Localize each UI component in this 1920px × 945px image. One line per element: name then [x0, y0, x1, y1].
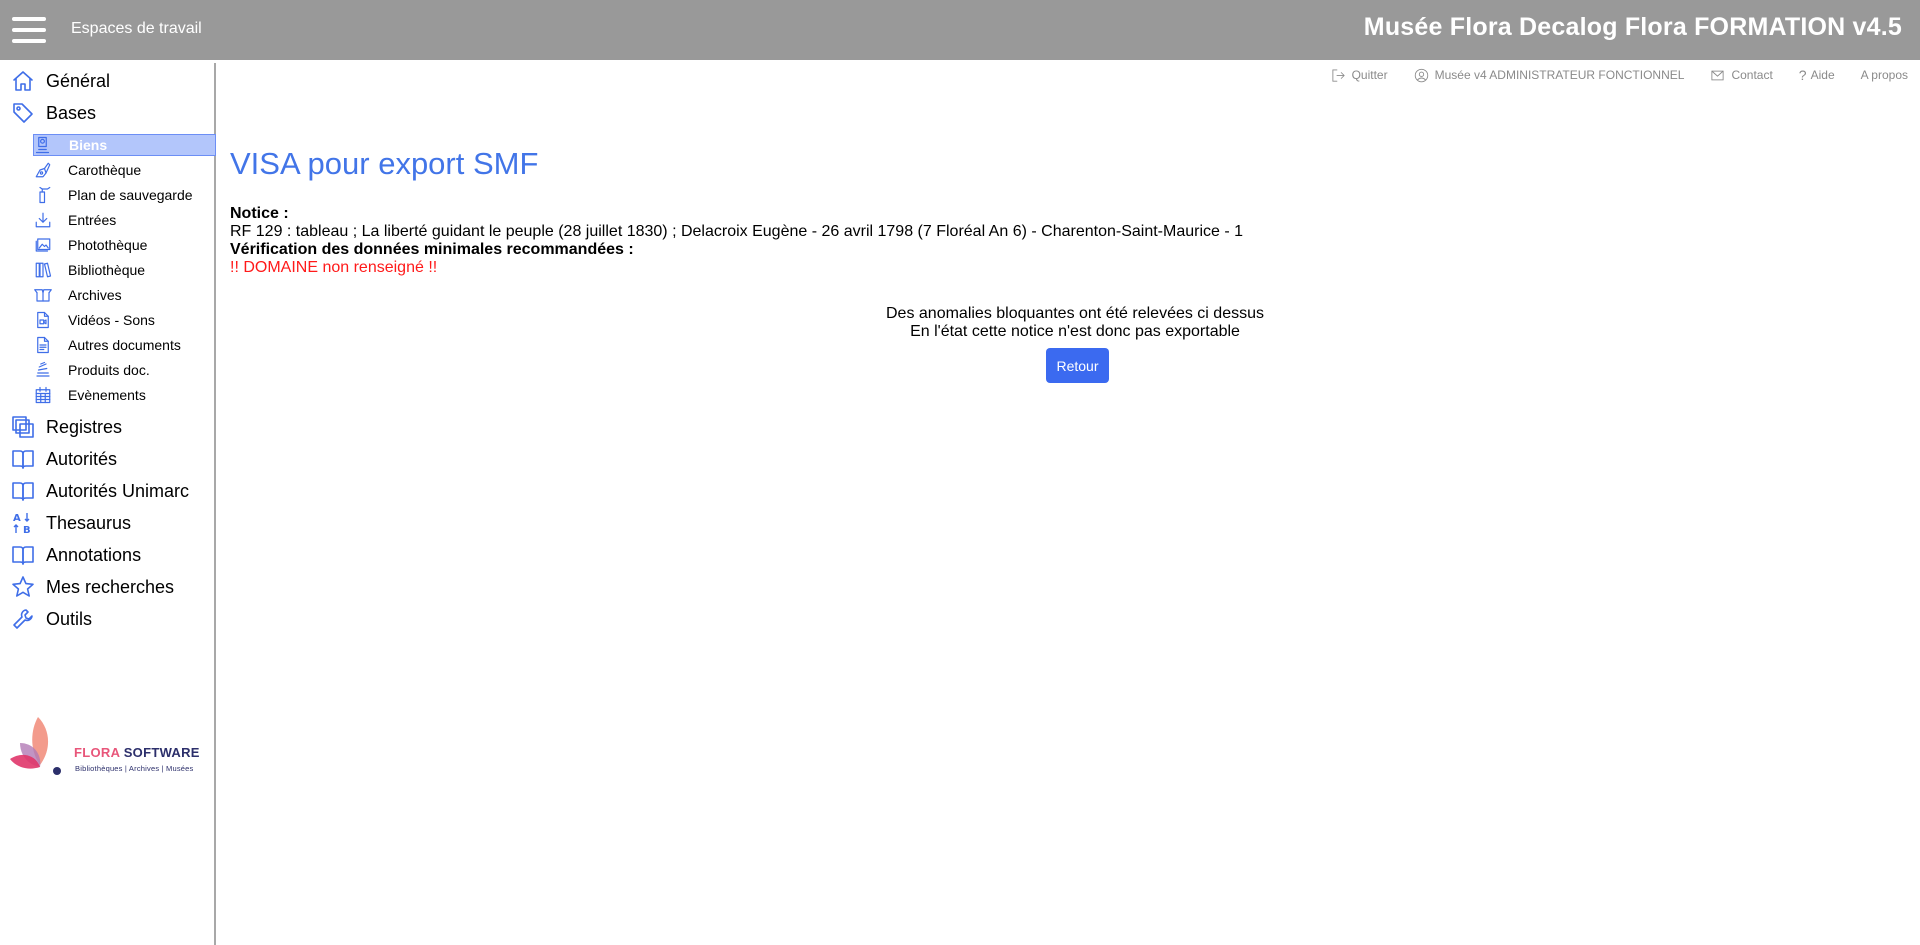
sidebar-subitem-evenements[interactable]: Evènements [33, 384, 216, 406]
sidebar-item-registres[interactable]: Registres [10, 412, 210, 442]
sidebar-item-bases[interactable]: Bases [10, 98, 210, 128]
sidebar-item-label: Bases [46, 102, 97, 123]
layers-icon [10, 414, 36, 440]
sidebar-item-label: Registres [46, 416, 123, 437]
pen-nib-icon [33, 160, 53, 180]
sidebar-item-autorites-unimarc[interactable]: Autorités Unimarc [10, 476, 210, 506]
books-icon [33, 260, 53, 280]
contact-link[interactable]: Contact [1710, 67, 1773, 83]
quit-link[interactable]: Quitter [1331, 67, 1388, 83]
sidebar-subitem-label: Biens [69, 137, 108, 153]
flora-petal-icon [10, 717, 61, 775]
flora-software-logo: FLORA SOFTWARE Bibliothèques | Archives … [10, 715, 210, 777]
sidebar-subitem-carotheque[interactable]: Carothèque [33, 159, 216, 181]
hamburger-menu-icon[interactable] [12, 17, 46, 43]
sidebar-subitem-label: Autres documents [68, 337, 181, 353]
verification-label: Vérification des données minimales recom… [230, 241, 634, 258]
sidebar-item-label: Général [46, 70, 111, 91]
sidebar-subitem-label: Evènements [68, 387, 146, 403]
book-open-icon [10, 446, 36, 472]
book-open-icon [10, 542, 36, 568]
logo-brand-text: FLORA SOFTWARE [74, 745, 200, 760]
svg-text:B: B [23, 525, 31, 535]
sidebar-subitem-label: Carothèque [68, 162, 142, 178]
svg-text:A: A [13, 513, 21, 524]
help-label: Aide [1810, 68, 1835, 82]
sidebar-item-label: Autorités [46, 448, 118, 469]
sidebar-subitem-plan[interactable]: Plan de sauvegarde [33, 184, 216, 206]
sort-alpha-icon: A B [10, 510, 36, 536]
sidebar-item-outils[interactable]: Outils [10, 604, 210, 634]
file-text-icon [33, 335, 53, 355]
wrench-icon [10, 606, 36, 632]
sidebar-subitem-biens[interactable]: Biens [33, 134, 216, 156]
sidebar-item-annotations[interactable]: Annotations [10, 540, 210, 570]
notice-block: Notice : RF 129 : tableau ; La liberté g… [230, 205, 1243, 277]
sidebar-item-autorites[interactable]: Autorités [10, 444, 210, 474]
sidebar-item-label: Outils [46, 608, 93, 629]
sidebar-item-label: Thesaurus [46, 512, 132, 533]
sidebar-subitem-phototheque[interactable]: Photothèque [33, 234, 216, 256]
user-circle-icon [1414, 68, 1428, 82]
contact-label: Contact [1731, 68, 1773, 82]
image-icon [33, 235, 53, 255]
back-button[interactable]: Retour [1046, 348, 1109, 383]
workspaces-link[interactable]: Espaces de travail [71, 20, 202, 38]
help-link[interactable]: ? Aide [1799, 67, 1835, 83]
sidebar-subitem-label: Plan de sauvegarde [68, 187, 193, 203]
sidebar-item-mes-recherches[interactable]: Mes recherches [10, 572, 210, 602]
stack-icon [33, 360, 53, 380]
about-link[interactable]: A propos [1861, 67, 1908, 83]
sidebar-item-label: Autorités Unimarc [46, 480, 190, 501]
sidebar: Général Bases Biens Carothèque Plan de s… [0, 63, 216, 945]
sidebar-subitem-label: Bibliothèque [68, 262, 146, 278]
sidebar-subitem-entrees[interactable]: Entrées [33, 209, 216, 231]
quit-label: Quitter [1351, 68, 1388, 82]
sidebar-item-thesaurus[interactable]: A B Thesaurus [10, 508, 210, 538]
blocking-message-line2: En l'état cette notice n'est donc pas ex… [910, 323, 1240, 340]
fire-extinguisher-icon [33, 185, 53, 205]
sign-out-icon [1332, 68, 1345, 82]
bust-icon [34, 135, 54, 155]
sidebar-subitem-label: Archives [68, 287, 122, 303]
sidebar-subitem-autres[interactable]: Autres documents [33, 334, 216, 356]
sidebar-subitem-videos[interactable]: Vidéos - Sons [33, 309, 216, 331]
user-link[interactable]: Musée v4 ADMINISTRATEUR FONCTIONNEL [1414, 67, 1685, 83]
sidebar-subitem-label: Photothèque [68, 237, 148, 253]
blocking-message: Des anomalies bloquantes ont été relevée… [230, 305, 1920, 341]
box-open-icon [33, 285, 53, 305]
header-links: Quitter Musée v4 ADMINISTRATEUR FONCTION… [1305, 67, 1908, 83]
sidebar-subitem-bibliotheque[interactable]: Bibliothèque [33, 259, 216, 281]
error-message: !! DOMAINE non renseigné !! [230, 259, 438, 276]
top-bar: Espaces de travail Musée Flora Decalog F… [0, 0, 1920, 60]
sidebar-subitem-label: Entrées [68, 212, 117, 228]
sidebar-item-general[interactable]: Général [10, 66, 210, 96]
book-open-icon [10, 478, 36, 504]
sidebar-subitem-archives[interactable]: Archives [33, 284, 216, 306]
star-icon [10, 574, 36, 600]
sidebar-subitem-label: Produits doc. [68, 362, 150, 378]
user-label: Musée v4 ADMINISTRATEUR FONCTIONNEL [1434, 68, 1685, 82]
calendar-icon [33, 385, 53, 405]
file-video-icon [33, 310, 53, 330]
question-icon: ? [1798, 67, 1807, 83]
blocking-message-line1: Des anomalies bloquantes ont été relevée… [886, 305, 1264, 322]
sidebar-subitem-produits[interactable]: Produits doc. [33, 359, 216, 381]
logo-tagline: Bibliothèques | Archives | Musées [75, 764, 194, 773]
sidebar-item-label: Mes recherches [46, 576, 175, 597]
sidebar-item-label: Annotations [46, 544, 142, 565]
app-title: Musée Flora Decalog Flora FORMATION v4.5 [1363, 13, 1902, 41]
notice-label: Notice : [230, 205, 289, 222]
sidebar-subitem-label: Vidéos - Sons [68, 312, 155, 328]
page-title: VISA pour export SMF [230, 146, 539, 181]
about-label: A propos [1860, 68, 1908, 82]
tag-icon [10, 100, 36, 126]
home-icon [10, 68, 36, 94]
envelope-icon [1711, 70, 1724, 80]
notice-text: RF 129 : tableau ; La liberté guidant le… [230, 223, 1244, 240]
download-icon [33, 210, 53, 230]
